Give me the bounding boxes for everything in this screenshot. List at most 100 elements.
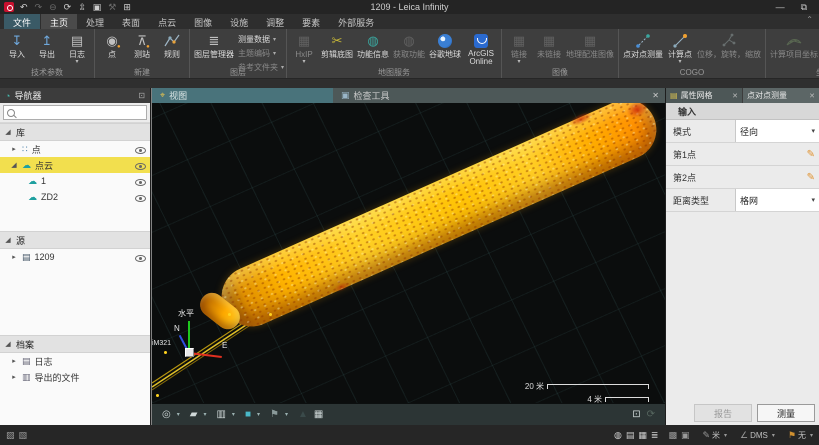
- tab-processing[interactable]: 处理: [77, 14, 113, 29]
- delete-icon[interactable]: ⊖: [49, 0, 57, 14]
- chevron-down-icon[interactable]: ▾: [232, 411, 235, 418]
- point1-field[interactable]: ✎: [735, 143, 819, 165]
- import-button[interactable]: ↧ 导入: [2, 31, 32, 59]
- tree-item-cloud-1[interactable]: ☁ 1: [0, 173, 150, 189]
- tab-point-to-point[interactable]: 点对点测量 ✕: [743, 88, 819, 103]
- pin-icon[interactable]: ⊡: [138, 91, 145, 100]
- tab-imaging[interactable]: 图像: [185, 14, 221, 29]
- distance-type-select[interactable]: 格网 ▾: [735, 189, 819, 211]
- layer-manager-button[interactable]: ≣ 图层管理器: [192, 31, 236, 59]
- expander-icon[interactable]: ▸: [10, 373, 18, 381]
- fit-view-button[interactable]: ⊡: [632, 409, 640, 420]
- tree-item-exported-files[interactable]: ▸ ▥ 导出的文件: [0, 369, 150, 385]
- chevron-down-icon[interactable]: ▾: [177, 411, 180, 418]
- log-button[interactable]: ▤ 日志 ▾: [62, 31, 92, 65]
- new-alignment-button[interactable]: 规则: [157, 31, 187, 59]
- tab-file[interactable]: 文件: [4, 14, 40, 29]
- get-features-button[interactable]: ◍ 获取功能: [391, 31, 427, 59]
- point2-field[interactable]: ✎: [735, 166, 819, 188]
- edit-pencil-icon[interactable]: ✎: [807, 149, 815, 160]
- new-point-button[interactable]: ◉● 点: [97, 31, 127, 59]
- google-earth-button[interactable]: 谷歌地球: [427, 31, 463, 59]
- visibility-eye-icon[interactable]: [135, 192, 146, 203]
- restore-button[interactable]: ⧉: [801, 2, 807, 13]
- status-layers-icon[interactable]: ≣: [651, 430, 659, 441]
- grid-toggle-button[interactable]: ▦: [314, 409, 323, 420]
- tab-infrastructure[interactable]: 设施: [221, 14, 257, 29]
- point-to-point-measure-button[interactable]: 点对点测量: [621, 31, 665, 59]
- visibility-eye-icon[interactable]: [135, 252, 146, 263]
- undo-icon[interactable]: ↶: [20, 0, 28, 14]
- tab-view[interactable]: ⌖ 视图: [152, 88, 333, 103]
- arcgis-online-button[interactable]: ArcGIS Online: [463, 31, 499, 66]
- navigator-search-input[interactable]: [18, 108, 143, 117]
- distance-unit-selector[interactable]: ✎ 米 ▾: [702, 430, 727, 441]
- close-icon[interactable]: ✕: [732, 92, 738, 100]
- tab-external-services[interactable]: 外部服务: [329, 14, 383, 29]
- tab-home[interactable]: 主页: [41, 14, 77, 29]
- 3d-canvas[interactable]: 水平 N E iM321 20 米 4 米: [152, 103, 665, 403]
- chevron-down-icon[interactable]: ▾: [203, 411, 206, 418]
- chevron-down-icon[interactable]: ▾: [257, 411, 260, 418]
- tab-features[interactable]: 要素: [293, 14, 329, 29]
- visibility-eye-icon[interactable]: [135, 176, 146, 187]
- upload-icon[interactable]: ⇫: [78, 0, 86, 14]
- coordinate-display-selector[interactable]: ⚑ 无 ▾: [788, 430, 813, 441]
- angle-unit-selector[interactable]: ∠ DMS ▾: [740, 430, 775, 441]
- export-button[interactable]: ↥ 导出: [32, 31, 62, 59]
- minimize-button[interactable]: —: [776, 2, 785, 13]
- display-style-button[interactable]: ⚑: [270, 409, 279, 420]
- orbit-view-button[interactable]: ◎: [162, 409, 171, 420]
- print-icon[interactable]: ⊞: [123, 0, 131, 14]
- expander-icon[interactable]: ▸: [10, 357, 18, 365]
- visibility-eye-icon[interactable]: [135, 144, 146, 155]
- unlink-image-button[interactable]: ▦ 未链接: [534, 31, 564, 59]
- close-icon[interactable]: ✕: [809, 92, 815, 100]
- tree-item-points[interactable]: ▸ ∷ 点: [0, 141, 150, 157]
- link-image-button[interactable]: ▦ 链接 ▾: [504, 31, 534, 65]
- georeference-image-button[interactable]: ▦ 地理配准图像: [564, 31, 616, 59]
- measure-button[interactable]: 测量: [757, 404, 815, 422]
- sync-icon[interactable]: ⟳: [64, 0, 72, 14]
- close-view-button[interactable]: ✕: [646, 88, 665, 103]
- edit-pencil-icon[interactable]: ✎: [807, 172, 815, 183]
- section-archive[interactable]: ◢ 档案: [0, 335, 150, 353]
- visibility-eye-icon[interactable]: [135, 160, 146, 171]
- snap-grid-icon-2[interactable]: ▧: [19, 430, 28, 441]
- package-icon[interactable]: ▣: [93, 0, 102, 14]
- snap-grid-icon[interactable]: ▨: [6, 430, 15, 441]
- theme-code-menu[interactable]: 主题编码 ▾: [238, 48, 284, 59]
- tree-item-cloud-zd2[interactable]: ☁ ZD2: [0, 189, 150, 205]
- section-source[interactable]: ◢ 源: [0, 231, 150, 249]
- section-box-button[interactable]: ▥: [216, 409, 225, 420]
- tab-point-clouds[interactable]: 点云: [149, 14, 185, 29]
- expander-icon[interactable]: ◢: [4, 340, 12, 348]
- expander-icon[interactable]: ◢: [4, 236, 12, 244]
- status-report-icon[interactable]: ▤: [626, 430, 635, 441]
- expander-icon[interactable]: ▸: [10, 145, 18, 153]
- cube-view-button[interactable]: ■: [245, 409, 251, 420]
- new-station-button[interactable]: ⊼● 测站: [127, 31, 157, 59]
- tree-item-point-clouds[interactable]: ◢ ☁ 点云: [0, 157, 150, 173]
- tab-inspect-tools[interactable]: ▣ 检查工具: [333, 88, 646, 103]
- tree-item-job-1209[interactable]: ▸ ▤ 1209: [0, 249, 150, 265]
- status-table-icon[interactable]: ▦: [638, 430, 647, 441]
- transform-button[interactable]: 位移，旋转，缩放: [695, 31, 763, 59]
- tab-adjustments[interactable]: 调整: [257, 14, 293, 29]
- compute-point-button[interactable]: 计算点 ▾: [665, 31, 695, 65]
- expander-icon[interactable]: ◢: [10, 161, 18, 169]
- tab-surfaces[interactable]: 表面: [113, 14, 149, 29]
- measure-data-menu[interactable]: 测量数据 ▾: [238, 34, 284, 45]
- mode-select[interactable]: 径向 ▾: [735, 120, 819, 142]
- status-grid-icon[interactable]: ▩: [668, 430, 677, 441]
- expander-icon[interactable]: ◢: [4, 128, 12, 136]
- redo-icon[interactable]: ↷: [35, 0, 43, 14]
- status-folder-icon[interactable]: ▣: [681, 430, 690, 441]
- tab-property-grid[interactable]: ▤ 属性网格 ✕: [666, 88, 742, 103]
- hxip-button[interactable]: ▦ HxIP ▾: [289, 31, 319, 65]
- status-view-icon[interactable]: ◍: [614, 430, 622, 441]
- clip-basemap-button[interactable]: ✂ 剪辑底图: [319, 31, 355, 59]
- collapse-ribbon-button[interactable]: ⌃: [806, 15, 813, 24]
- feature-info-button[interactable]: ◍ 功能信息: [355, 31, 391, 59]
- tree-item-log[interactable]: ▸ ▤ 日志: [0, 353, 150, 369]
